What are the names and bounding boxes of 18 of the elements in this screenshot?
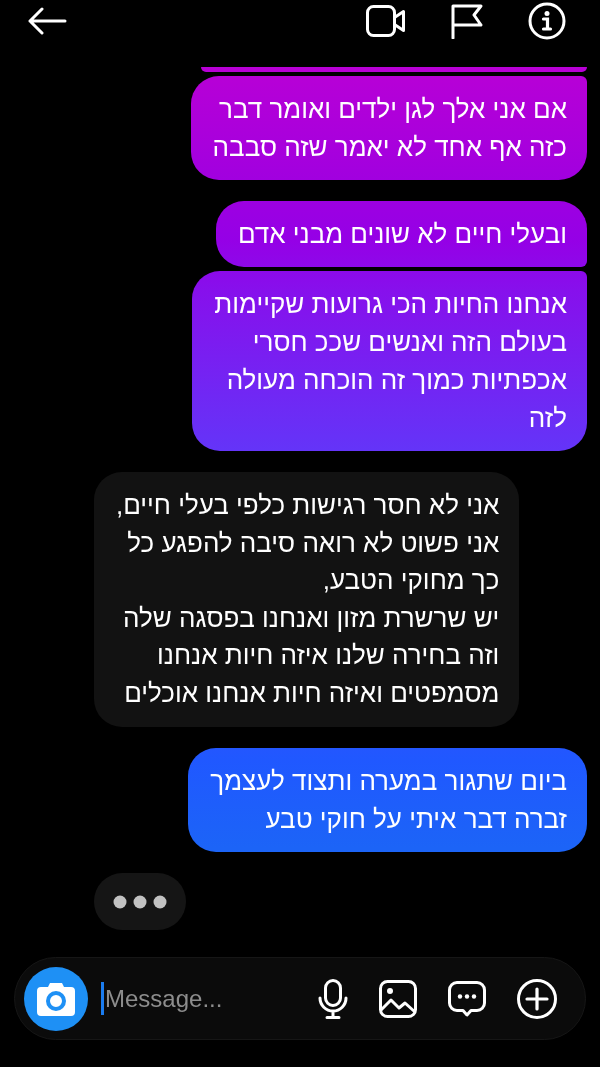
camera-icon bbox=[37, 981, 75, 1016]
chat-bubble-icon[interactable] bbox=[448, 980, 486, 1017]
plus-icon[interactable] bbox=[517, 978, 557, 1019]
info-icon[interactable] bbox=[528, 2, 566, 40]
flag-icon[interactable] bbox=[450, 3, 484, 39]
back-arrow-icon[interactable] bbox=[27, 7, 67, 35]
message-bubble: אנחנו החיות הכי גרועות שקיימות בעולם הזה ואנשים שככ חסרי אכפתיות כמוך זה הוכחה מעולה לזה bbox=[192, 271, 587, 451]
message-bubble: ובעלי חיים לא שונים מבני אדם bbox=[216, 201, 587, 267]
ellipsis-icon bbox=[113, 894, 167, 909]
message-input[interactable]: Message... bbox=[104, 978, 318, 1019]
message-bubble: אני לא חסר רגישות כלפי בעלי חיים, אני פשוט לא רואה סיבה להפגע כל כך מחוקי הטבע, יש שרשרת מזון ואנחנו בפסגה שלה וזה בחירה שלנו איזה חיות אנחנו מסמפטים ואיזה חיות אנחנו אוכלים bbox=[94, 472, 520, 727]
video-camera-icon[interactable] bbox=[366, 5, 406, 37]
camera-button[interactable] bbox=[24, 966, 88, 1031]
message-bubble: ביום שתגור במערה ותצוד לעצמך זברה דבר איתי על חוקי טבע bbox=[188, 748, 587, 852]
image-icon[interactable] bbox=[379, 979, 417, 1018]
text-cursor-icon bbox=[101, 982, 104, 1015]
message-bubble: אם אני אלך לגן ילדים ואומר דבר כזה אף אחד לא יאמר שזה סבבה bbox=[190, 76, 587, 180]
microphone-icon[interactable] bbox=[318, 978, 348, 1019]
